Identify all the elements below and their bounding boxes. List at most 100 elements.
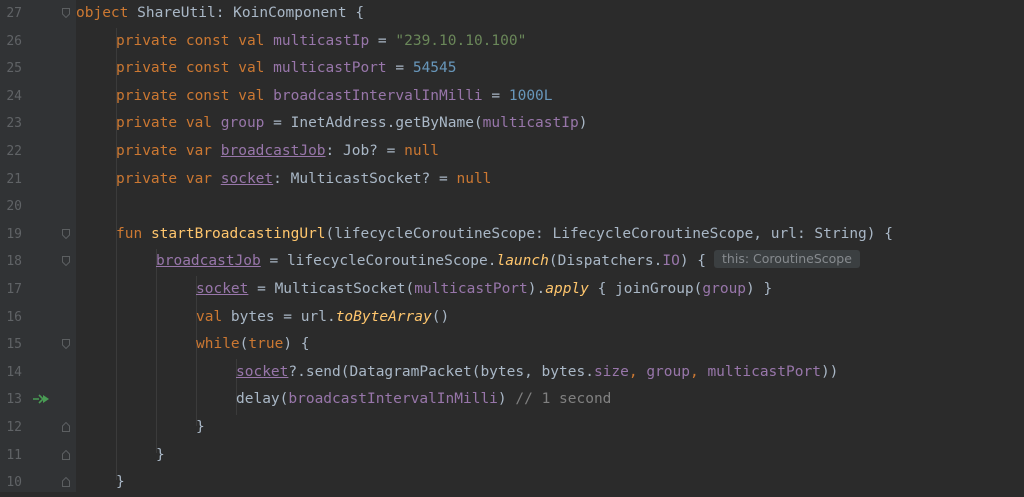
property-token: group — [220, 115, 265, 132]
fold-marker-icon[interactable] — [62, 228, 70, 239]
code-line[interactable]: private var socket: MulticastSocket? = n… — [116, 166, 491, 194]
keyword-token: private val — [116, 115, 213, 132]
code-line[interactable]: socket?.send(DatagramPacket(bytes, bytes… — [236, 359, 838, 387]
gutter-line[interactable]: 22 — [0, 138, 76, 166]
gutter-line[interactable]: 17 — [0, 276, 76, 304]
keyword-token: val — [196, 308, 223, 325]
code-line[interactable]: val bytes = url.toByteArray() — [196, 304, 449, 332]
line-number: 13 — [6, 392, 22, 408]
code-editor[interactable]: 27 26 25 24 23 22 21 20 19 18 17 16 15 1… — [0, 0, 1024, 492]
number-token: 1000L — [508, 87, 553, 104]
code-line[interactable]: } — [196, 414, 205, 442]
property-token: broadcastJob — [156, 253, 261, 270]
line-number: 22 — [6, 144, 22, 159]
gutter-line[interactable]: 14 — [0, 359, 76, 387]
gutter-line[interactable]: 25 — [0, 55, 76, 83]
property-token: broadcastIntervalInMilli — [273, 87, 483, 104]
keyword-token: private var — [116, 170, 213, 187]
code-line[interactable]: } — [156, 442, 165, 470]
comment-token: // 1 second — [515, 391, 612, 408]
code-text: bytes = url. — [222, 308, 336, 325]
number-token: 54545 — [412, 60, 457, 77]
code-text: = lifecycleCoroutineScope. — [260, 253, 497, 270]
fold-marker-icon[interactable] — [62, 339, 70, 350]
code-text: = — [386, 60, 413, 77]
breakpoint-arrow-icon[interactable] — [32, 392, 50, 406]
code-text: ) — [497, 391, 516, 408]
code-text: = InetAddress.getByName( — [264, 115, 483, 132]
fold-marker-icon[interactable] — [62, 8, 70, 18]
line-number: 19 — [6, 226, 22, 242]
fold-marker-icon[interactable] — [62, 449, 70, 460]
gutter-line[interactable]: 27 — [0, 0, 76, 28]
code-line[interactable]: broadcastJob = lifecycleCoroutineScope.l… — [156, 248, 860, 276]
gutter-line[interactable]: 21 — [0, 166, 76, 194]
property-token: multicastIp — [482, 115, 579, 132]
line-number: 23 — [6, 116, 22, 132]
code-line[interactable]: fun startBroadcastingUrl(lifecycleCorout… — [116, 221, 893, 249]
fold-marker-icon[interactable] — [62, 422, 70, 432]
line-number: 20 — [6, 199, 22, 215]
keyword-token: private const val — [116, 32, 265, 49]
string-token: "239.10.10.100" — [395, 32, 527, 49]
code-text: (lifecycleCoroutineScope: LifecycleCorou… — [325, 225, 893, 242]
property-token: IO — [662, 253, 680, 270]
line-number: 15 — [6, 337, 22, 353]
line-number: 18 — [6, 254, 22, 270]
code-text: ) { — [283, 336, 310, 353]
line-number: 16 — [6, 309, 22, 325]
code-line[interactable]: private const val multicastPort = 54545 — [116, 55, 457, 83]
separator-token: , — [689, 363, 708, 380]
code-text: )) — [820, 363, 839, 380]
code-line[interactable]: private const val multicastIp = "239.10.… — [116, 28, 526, 56]
property-token: socket — [236, 363, 289, 380]
gutter-line[interactable]: 18 — [0, 248, 76, 276]
gutter-line[interactable]: 16 — [0, 304, 76, 332]
inlay-hint: this: CoroutineScope — [714, 250, 860, 269]
line-number: 24 — [6, 88, 22, 104]
code-area[interactable]: object ShareUtil: KoinComponent { privat… — [76, 0, 1024, 492]
gutter-line[interactable]: 13 — [0, 386, 76, 414]
code-text: ). — [527, 281, 546, 297]
gutter-line[interactable]: 23 — [0, 110, 76, 138]
code-text: { joinGroup( — [588, 281, 703, 297]
fold-marker-icon[interactable] — [62, 477, 70, 488]
code-text: (Dispatchers. — [548, 253, 663, 270]
gutter-line[interactable]: 24 — [0, 83, 76, 111]
gutter-line[interactable]: 10 — [0, 469, 76, 497]
code-text: : Job? = — [325, 143, 405, 159]
code-text: } — [196, 419, 205, 435]
code-line[interactable]: private var broadcastJob: Job? = null — [116, 138, 439, 166]
gutter-line[interactable]: 20 — [0, 193, 76, 221]
keyword-token: private const val — [116, 87, 265, 104]
property-token: multicastPort — [707, 363, 821, 380]
gutter-line[interactable]: 12 — [0, 414, 76, 442]
code-line[interactable]: object ShareUtil: KoinComponent { — [76, 0, 364, 28]
code-line[interactable]: while(true) { — [196, 331, 310, 359]
code-line[interactable]: } — [116, 469, 125, 497]
keyword-token: private var — [116, 143, 213, 159]
function-token: startBroadcastingUrl — [150, 225, 326, 242]
gutter-line[interactable]: 19 — [0, 221, 76, 249]
line-number: 27 — [6, 6, 22, 21]
gutter-line[interactable]: 26 — [0, 28, 76, 56]
code-text: () — [431, 308, 450, 325]
keyword-token: private const val — [116, 60, 265, 77]
code-text: ShareUtil: KoinComponent { — [128, 5, 365, 21]
code-text: ) — [578, 115, 588, 132]
property-token: group — [646, 363, 690, 380]
gutter-line[interactable]: 15 — [0, 331, 76, 359]
gutter-line[interactable]: 11 — [0, 442, 76, 470]
code-text: } — [156, 446, 165, 463]
property-token: multicastIp — [273, 32, 370, 49]
code-line[interactable]: socket = MulticastSocket(multicastPort).… — [196, 276, 772, 304]
code-text: } — [116, 474, 125, 491]
code-line[interactable]: private const val broadcastIntervalInMil… — [116, 83, 553, 111]
keyword-token: null — [456, 170, 492, 187]
line-number: 21 — [6, 171, 22, 187]
code-line[interactable]: delay(broadcastIntervalInMilli) // 1 sec… — [236, 386, 611, 414]
fold-marker-icon[interactable] — [62, 256, 70, 267]
property-token: broadcastIntervalInMilli — [288, 391, 498, 408]
code-line[interactable]: private val group = InetAddress.getByNam… — [116, 110, 587, 138]
property-token: socket — [196, 281, 249, 297]
